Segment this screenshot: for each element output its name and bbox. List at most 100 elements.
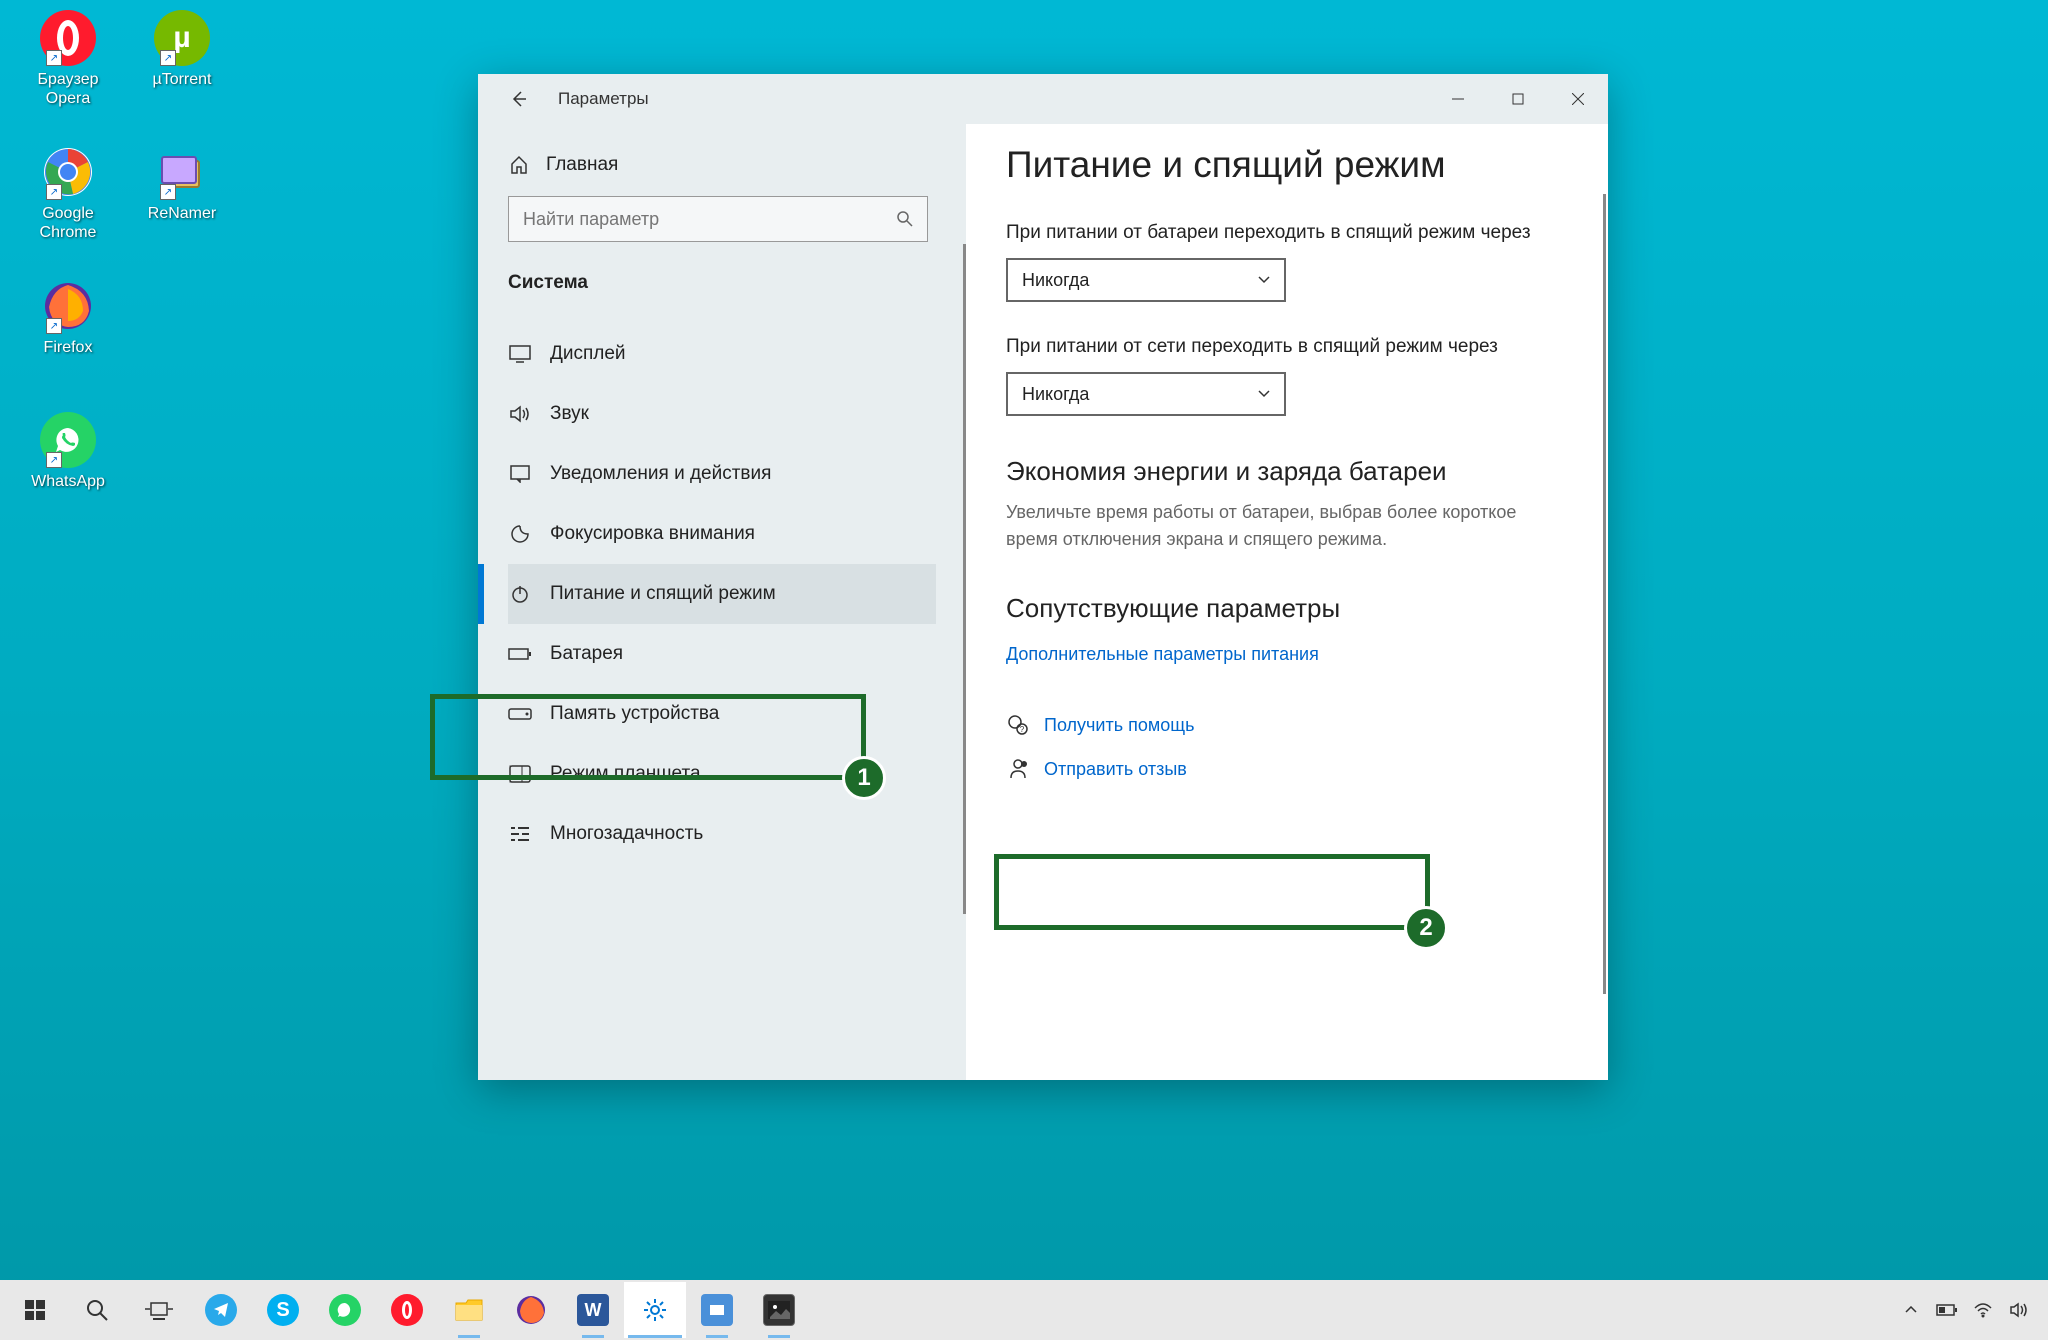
telegram-icon	[205, 1294, 237, 1326]
chrome-icon: ↗	[40, 144, 96, 200]
search-icon	[897, 211, 913, 227]
content-scrollbar[interactable]	[1603, 194, 1606, 994]
page-heading: Питание и спящий режим	[1006, 144, 1568, 186]
settings-icon	[639, 1294, 671, 1326]
chevron-down-icon	[1258, 390, 1270, 398]
focus-icon	[508, 522, 532, 546]
minimize-button[interactable]	[1428, 74, 1488, 124]
nav-label: Фокусировка внимания	[550, 523, 755, 545]
taskbar-skype[interactable]: S	[252, 1282, 314, 1338]
desktop-icon-firefox[interactable]: ↗ Firefox	[18, 278, 118, 357]
nav-label: Дисплей	[550, 343, 626, 365]
battery-icon	[508, 642, 532, 666]
battery-sleep-label: При питании от батареи переходить в спящ…	[1006, 222, 1568, 244]
plugged-sleep-dropdown[interactable]: Никогда	[1006, 372, 1286, 416]
additional-power-settings-link[interactable]: Дополнительные параметры питания	[1006, 636, 1568, 673]
desktop-icon-label: ReNamer	[132, 204, 232, 223]
storage-icon	[508, 702, 532, 726]
back-button[interactable]	[498, 79, 538, 119]
plugged-sleep-label: При питании от сети переходить в спящий …	[1006, 336, 1568, 358]
tray-expand-button[interactable]	[1896, 1290, 1926, 1330]
desktop-icon-label: µTorrent	[132, 70, 232, 89]
tray-wifi-icon[interactable]	[1968, 1290, 1998, 1330]
taskbar-telegram[interactable]	[190, 1282, 252, 1338]
nav-label: Память устройства	[550, 703, 719, 725]
home-icon	[508, 154, 530, 176]
nav-label: Питание и спящий режим	[550, 583, 776, 605]
desktop-icon-utorrent[interactable]: µ↗ µTorrent	[132, 10, 232, 89]
sidebar: Главная Система Дисплей Звук Уведомления…	[478, 124, 966, 1080]
titlebar: Параметры	[478, 74, 1608, 124]
window-controls	[1428, 74, 1608, 124]
firefox-icon: ↗	[40, 278, 96, 334]
desktop-icon-label: Firefox	[18, 338, 118, 357]
taskbar-whatsapp[interactable]	[314, 1282, 376, 1338]
nav-power-sleep[interactable]: Питание и спящий режим	[508, 564, 936, 624]
taskbar-app1[interactable]	[686, 1282, 748, 1338]
annotation-badge-2: 2	[1404, 906, 1448, 950]
taskbar-explorer[interactable]	[438, 1282, 500, 1338]
home-button[interactable]: Главная	[508, 144, 936, 196]
desktop-icon-opera[interactable]: ↗ Браузер Opera	[18, 10, 118, 108]
taskbar-photos[interactable]	[748, 1282, 810, 1338]
start-button[interactable]	[4, 1282, 66, 1338]
tray-battery-icon[interactable]	[1932, 1290, 1962, 1330]
tray-volume-icon[interactable]	[2004, 1290, 2034, 1330]
whatsapp-icon	[329, 1294, 361, 1326]
system-tray	[1896, 1290, 2044, 1330]
taskbar-settings[interactable]	[624, 1282, 686, 1338]
renamer-icon: ↗	[154, 144, 210, 200]
dropdown-value: Никогда	[1022, 270, 1258, 291]
display-icon	[508, 342, 532, 366]
send-feedback-link[interactable]: Отправить отзыв	[1006, 747, 1568, 791]
nav-label: Многозадачность	[550, 823, 703, 845]
taskbar-opera[interactable]	[376, 1282, 438, 1338]
desktop-icon-chrome[interactable]: ↗ Google Chrome	[18, 144, 118, 242]
nav-multitask[interactable]: Многозадачность	[508, 804, 936, 864]
chevron-down-icon	[1258, 276, 1270, 284]
close-button[interactable]	[1548, 74, 1608, 124]
window-title: Параметры	[558, 89, 649, 109]
desktop-icon-renamer[interactable]: ↗ ReNamer	[132, 144, 232, 223]
taskbar: S W	[0, 1280, 2048, 1340]
notifications-icon	[508, 462, 532, 486]
nav-sound[interactable]: Звук	[508, 384, 936, 444]
category-label: Система	[508, 272, 936, 294]
nav-notifications[interactable]: Уведомления и действия	[508, 444, 936, 504]
nav-label: Уведомления и действия	[550, 463, 771, 485]
utorrent-icon: µ↗	[154, 10, 210, 66]
tablet-icon	[508, 762, 532, 786]
get-help-link[interactable]: ? Получить помощь	[1006, 703, 1568, 747]
desktop-icon-label: Браузер Opera	[18, 70, 118, 108]
annotation-badge-1: 1	[842, 756, 886, 800]
nav-storage[interactable]: Память устройства	[508, 684, 936, 744]
nav-battery[interactable]: Батарея	[508, 624, 936, 684]
battery-sleep-dropdown[interactable]: Никогда	[1006, 258, 1286, 302]
app-icon	[701, 1294, 733, 1326]
search-button[interactable]	[66, 1282, 128, 1338]
dropdown-value: Никогда	[1022, 384, 1258, 405]
whatsapp-icon: ↗	[40, 412, 96, 468]
taskbar-firefox[interactable]	[500, 1282, 562, 1338]
nav-display[interactable]: Дисплей	[508, 324, 936, 384]
taskbar-word[interactable]: W	[562, 1282, 624, 1338]
explorer-icon	[453, 1294, 485, 1326]
svg-text:?: ?	[1020, 725, 1025, 734]
task-view-button[interactable]	[128, 1282, 190, 1338]
word-icon: W	[577, 1294, 609, 1326]
search-icon	[81, 1294, 113, 1326]
nav-focus[interactable]: Фокусировка внимания	[508, 504, 936, 564]
desktop-icon-whatsapp[interactable]: ↗ WhatsApp	[18, 412, 118, 491]
multitask-icon	[508, 822, 532, 846]
energy-description: Увеличьте время работы от батареи, выбра…	[1006, 499, 1568, 553]
sound-icon	[508, 402, 532, 426]
opera-icon	[391, 1294, 423, 1326]
maximize-button[interactable]	[1488, 74, 1548, 124]
windows-icon	[19, 1294, 51, 1326]
content-area: Питание и спящий режим При питании от ба…	[966, 124, 1608, 1080]
nav-label: Режим планшета	[550, 763, 701, 785]
search-box[interactable]	[508, 196, 928, 242]
power-icon	[508, 582, 532, 606]
search-input[interactable]	[523, 209, 897, 230]
desktop-icon-label: Google Chrome	[18, 204, 118, 242]
